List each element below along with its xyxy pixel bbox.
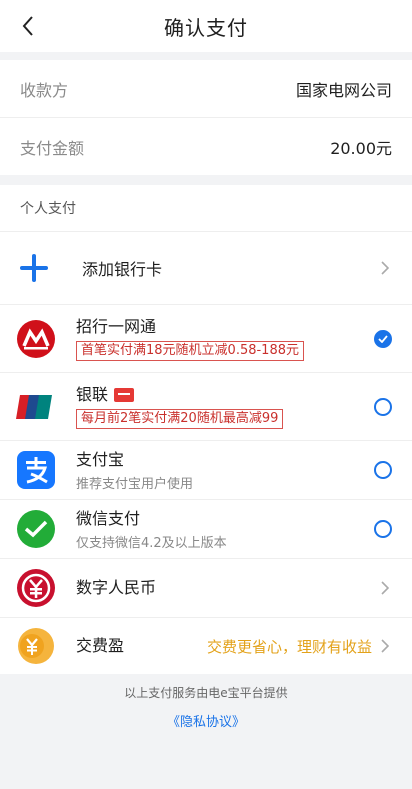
- add-bank-card-button[interactable]: 添加银行卡: [0, 232, 412, 305]
- method-unionpay[interactable]: 银联 每月前2笔实付满20随机最高减99: [0, 373, 412, 441]
- payee-row: 收款方 国家电网公司: [0, 60, 412, 117]
- amount-label: 支付金额: [20, 138, 85, 158]
- amount-value: 20.00元: [330, 138, 392, 158]
- payee-value: 国家电网公司: [295, 80, 392, 100]
- method-name: 招行一网通: [76, 317, 157, 336]
- method-name: 银联: [76, 385, 109, 404]
- plus-icon: [20, 254, 48, 282]
- radio-unselected[interactable]: [374, 520, 392, 538]
- method-digital-rmb[interactable]: 数字人民币: [0, 559, 412, 618]
- order-info: 收款方 国家电网公司 支付金额 20.00元: [0, 60, 412, 175]
- promo-badge: 首笔实付满18元随机立减0.58-188元: [76, 341, 304, 361]
- back-button[interactable]: [16, 12, 40, 40]
- method-wechat-pay[interactable]: 微信支付 仅支持微信4.2及以上版本: [0, 500, 412, 559]
- method-name: 数字人民币: [76, 578, 157, 597]
- amount-row: 支付金额 20.00元: [0, 117, 412, 175]
- chevron-right-icon: [378, 258, 392, 278]
- chevron-right-icon: [378, 636, 392, 656]
- promo-tag-icon: [114, 388, 135, 402]
- digital-rmb-logo-icon: [16, 568, 56, 608]
- cmb-logo-icon: [16, 319, 56, 359]
- chevron-right-icon: [378, 578, 392, 598]
- radio-selected[interactable]: [374, 329, 392, 348]
- payee-label: 收款方: [20, 80, 69, 100]
- alipay-logo-icon: [16, 450, 56, 490]
- method-cmb[interactable]: 招行一网通 首笔实付满18元随机立减0.58-188元: [0, 305, 412, 373]
- method-name: 交费盈: [76, 636, 125, 655]
- chevron-left-icon: [22, 16, 33, 36]
- check-icon: [378, 334, 388, 343]
- wechat-pay-logo-icon: [16, 509, 56, 549]
- page-title: 确认支付: [164, 15, 248, 40]
- section-title: 个人支付: [0, 185, 412, 232]
- promo-badge: 每月前2笔实付满20随机最高减99: [76, 409, 284, 429]
- add-card-label: 添加银行卡: [82, 260, 163, 279]
- method-name: 支付宝: [76, 449, 125, 469]
- footer: 以上支付服务由电e宝平台提供 《隐私协议》: [0, 674, 412, 730]
- radio-unselected[interactable]: [374, 461, 392, 479]
- method-jiaofeiying[interactable]: 交费盈 交费更省心，理财有收益: [0, 618, 412, 674]
- service-provider-note: 以上支付服务由电e宝平台提供: [124, 686, 288, 700]
- header: 确认支付: [0, 0, 412, 52]
- privacy-policy-link[interactable]: 《隐私协议》: [167, 711, 245, 730]
- radio-unselected[interactable]: [374, 397, 392, 416]
- unionpay-logo-icon: [16, 387, 56, 427]
- payment-methods: 个人支付 添加银行卡 招行一网通 首笔实付满18元随机立减0.58-188元 银…: [0, 185, 412, 674]
- method-subtitle: 推荐支付宝用户使用: [76, 476, 194, 492]
- method-alipay[interactable]: 支付宝 推荐支付宝用户使用: [0, 441, 412, 500]
- method-subtitle: 仅支持微信4.2及以上版本: [76, 535, 227, 551]
- method-name: 微信支付: [76, 508, 141, 528]
- jiaofeiying-logo-icon: [16, 626, 56, 666]
- jiaofeiying-promo-link[interactable]: 交费更省心，理财有收益: [207, 636, 372, 657]
